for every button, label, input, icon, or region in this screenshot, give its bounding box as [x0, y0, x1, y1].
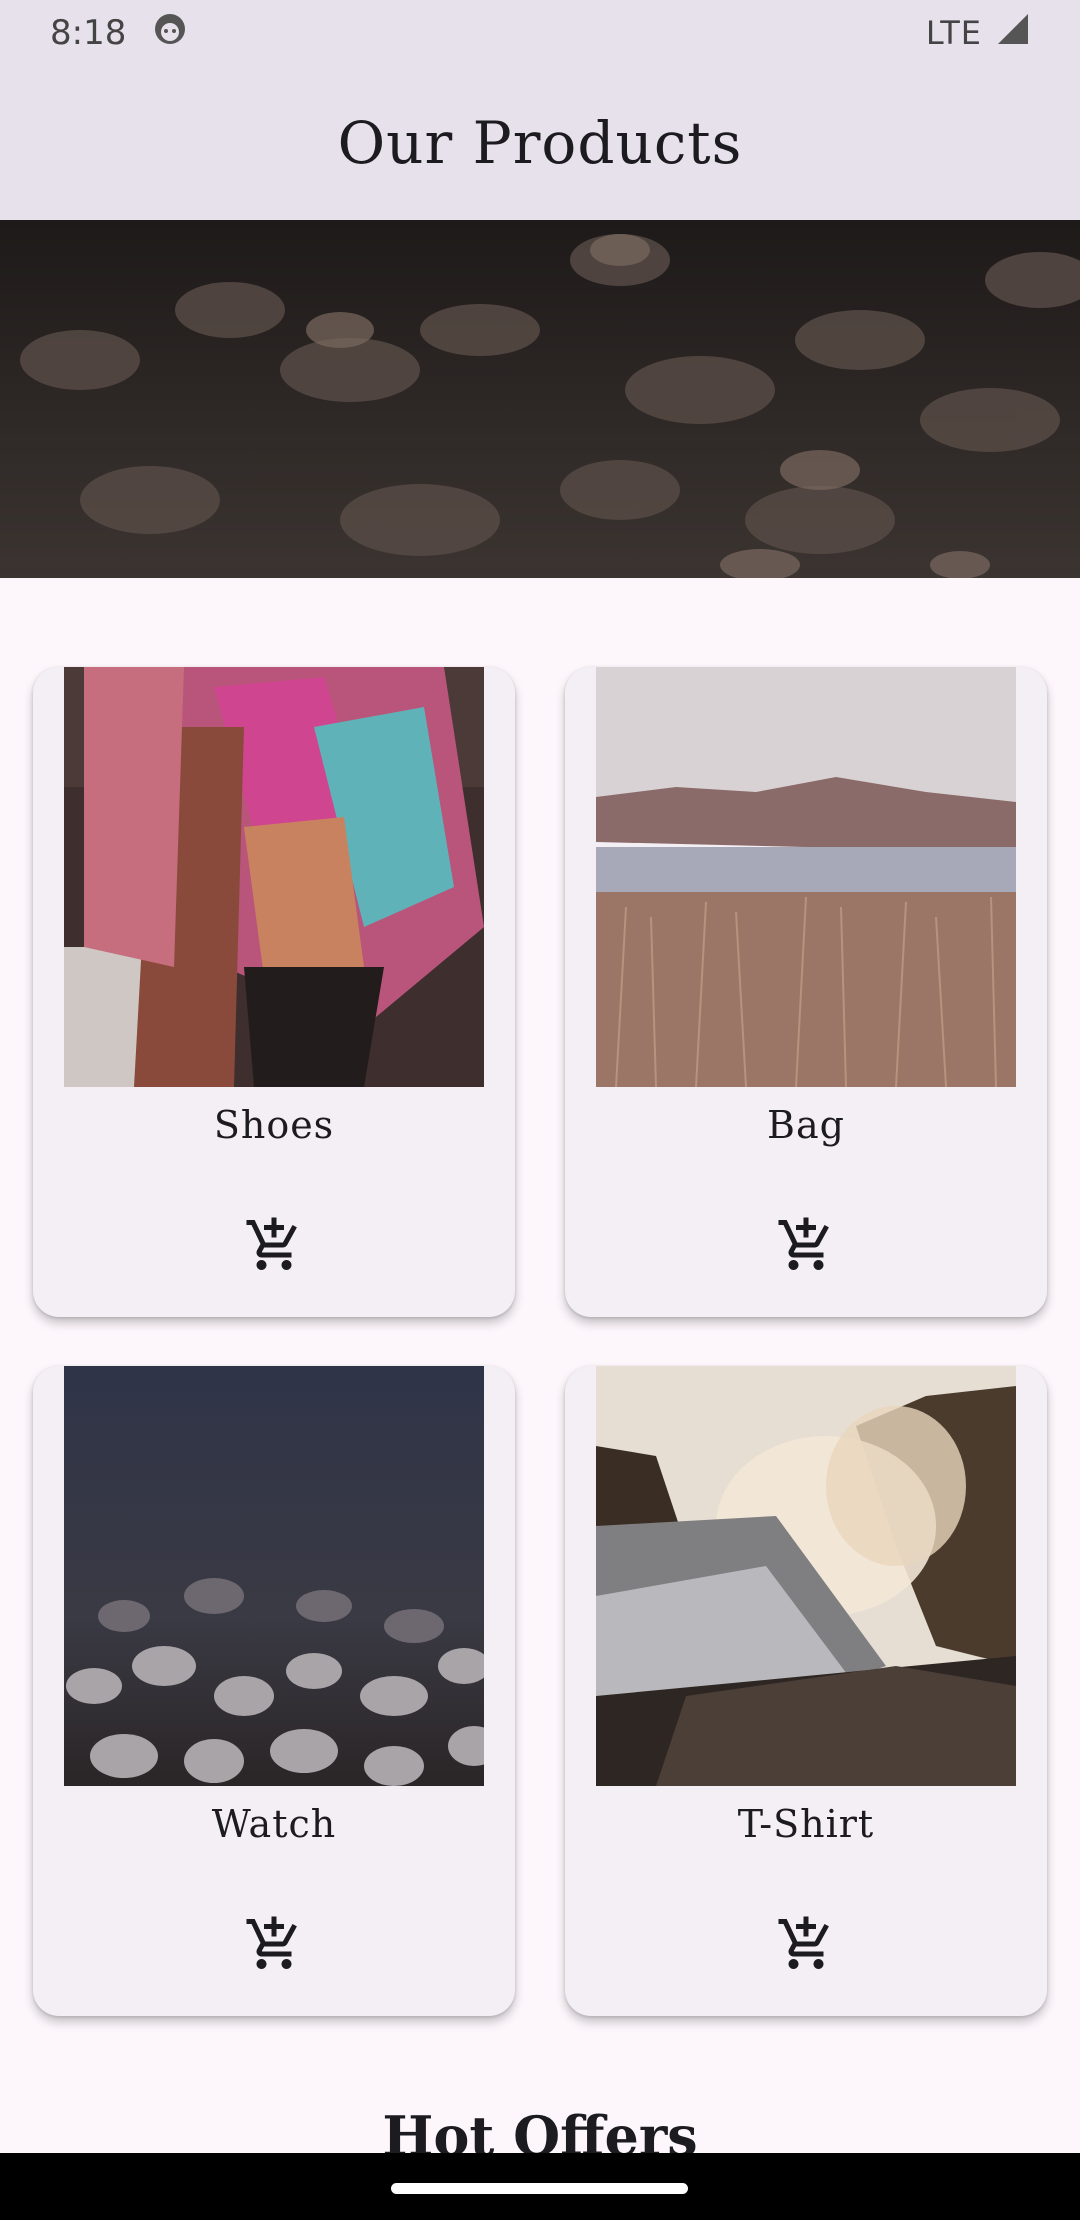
product-card-t-shirt[interactable]: T-Shirt [565, 1366, 1047, 2016]
lake-field-photo [596, 667, 1016, 1087]
add-shopping-cart-icon[interactable] [244, 1914, 304, 1974]
product-card-watch[interactable]: Watch [33, 1366, 515, 2016]
add-shopping-cart-icon[interactable] [776, 1215, 836, 1275]
product-label: T-Shirt [737, 1802, 875, 1846]
product-label: Shoes [213, 1103, 335, 1147]
status-time: 8:18 [50, 13, 127, 53]
product-card-shoes[interactable]: Shoes [33, 667, 515, 1317]
product-label: Watch [211, 1802, 337, 1846]
network-type: LTE [925, 14, 982, 52]
navigation-bar [0, 2153, 1080, 2220]
add-shopping-cart-icon[interactable] [776, 1914, 836, 1974]
pebbles-photo [64, 1366, 484, 1786]
pebbles-banner-image [0, 220, 1080, 578]
home-gesture-handle[interactable] [391, 2183, 688, 2194]
add-shopping-cart-icon[interactable] [244, 1215, 304, 1275]
page-title: Our Products [337, 109, 743, 177]
product-card-bag[interactable]: Bag [565, 667, 1047, 1317]
signal-icon [996, 12, 1030, 55]
status-bar: 8:18 LTE [0, 0, 1080, 66]
face-notification-icon [152, 11, 188, 56]
product-label: Bag [767, 1103, 845, 1147]
scarf-photo [64, 667, 484, 1087]
waterfall-photo [596, 1366, 1016, 1786]
app-bar: Our Products [0, 66, 1080, 220]
